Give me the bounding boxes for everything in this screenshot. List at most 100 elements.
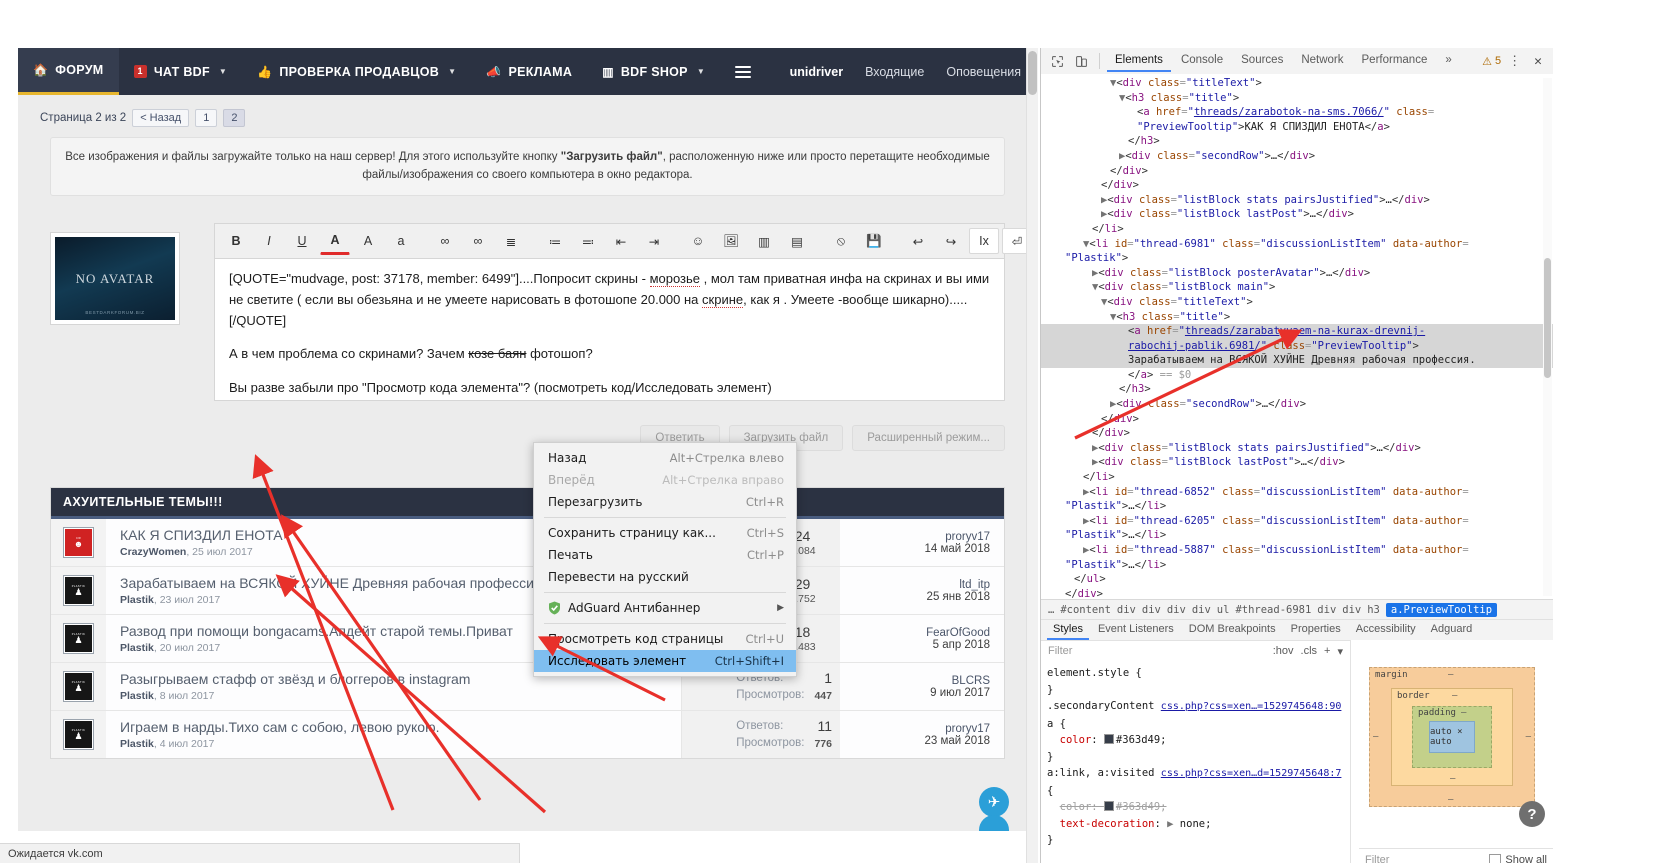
css-rule-line[interactable]: .secondaryContent css.php?css=xen…=15297… xyxy=(1047,698,1350,716)
style-tab-event-listeners[interactable]: Event Listeners xyxy=(1092,620,1180,640)
tab-network[interactable]: Network xyxy=(1293,50,1351,72)
poster-avatar[interactable]: CW ☻ xyxy=(51,519,106,566)
dom-tree-line[interactable]: ▼<li id="thread-6981" class="discussionL… xyxy=(1041,237,1553,252)
context-menu-item[interactable]: Просмотреть код страницы Ctrl+U xyxy=(534,628,796,650)
dom-tree-line[interactable]: ▼<div class="titleText"> xyxy=(1041,76,1553,91)
dom-tree-line[interactable]: ▶<li id="thread-6852" class="discussionL… xyxy=(1041,485,1553,500)
last-post-user[interactable]: proryv17 xyxy=(945,723,990,735)
dom-tree-line[interactable]: "PreviewTooltip">КАК Я СПИЗДИЛ ЕНОТА</a> xyxy=(1041,120,1553,135)
advanced-mode-button[interactable]: Расширенный режим... xyxy=(852,425,1005,451)
media-button[interactable]: ▥ xyxy=(749,228,779,254)
dom-tree-line[interactable]: "Plastik">…</li> xyxy=(1041,528,1553,543)
dom-tree-line[interactable]: <a href="threads/zarabotok-na-sms.7066/"… xyxy=(1041,105,1553,120)
dom-scroll-thumb[interactable] xyxy=(1544,258,1551,378)
font-family-button[interactable]: a xyxy=(386,228,416,254)
bold-button[interactable]: B xyxy=(221,228,251,254)
style-tab-adguard[interactable]: Adguard xyxy=(1425,620,1479,640)
table-row[interactable]: PLASTIK ♟ Зарабатываем на ВСЯКОЙ ХУЙНЕ Дре… xyxy=(51,567,1004,615)
dom-tree-line[interactable]: ▶<li id="thread-6205" class="discussionL… xyxy=(1041,514,1553,529)
warning-count[interactable]: ⚠ 5 xyxy=(1482,55,1501,68)
table-row[interactable]: PLASTIK ♟ Играем в нарды.Тихо сам с собою,… xyxy=(51,711,1004,758)
context-menu-item[interactable]: Перевести на русский xyxy=(534,566,796,588)
dom-tree-line[interactable]: ▶<div class="listBlock lastPost">…</div> xyxy=(1041,207,1553,222)
css-rule-line[interactable]: color: #363d49; xyxy=(1047,799,1350,816)
style-tab-dom-breakpoints[interactable]: DOM Breakpoints xyxy=(1183,620,1282,640)
italic-button[interactable]: I xyxy=(254,228,284,254)
pagination-back-button[interactable]: < Назад xyxy=(132,109,190,127)
nav-hamburger-button[interactable] xyxy=(720,48,766,95)
outdent-button[interactable]: ⇤ xyxy=(606,228,636,254)
thread-author[interactable]: CrazyWomen xyxy=(120,546,186,558)
clear-format-button[interactable]: Ix xyxy=(969,228,999,254)
nav-item-2[interactable]: 👍 ПРОВЕРКА ПРОДАВЦОВ ▼ xyxy=(242,48,471,95)
dom-tree-line[interactable]: "Plastik"> xyxy=(1041,251,1553,266)
device-toolbar-icon[interactable] xyxy=(1070,51,1092,71)
help-icon[interactable]: ? xyxy=(1519,801,1545,827)
css-rule-line[interactable]: a:link, a:visited css.php?css=xen…d=1529… xyxy=(1047,765,1350,783)
link-button[interactable]: ∞ xyxy=(430,228,460,254)
redo-button[interactable]: ↪ xyxy=(936,228,966,254)
context-menu-item[interactable]: AdGuard Антибаннер ▶ xyxy=(534,597,796,619)
more-tabs-icon[interactable]: » xyxy=(1437,50,1459,72)
style-tab-accessibility[interactable]: Accessibility xyxy=(1350,620,1422,640)
nav-username[interactable]: unidriver xyxy=(790,65,844,79)
dom-tree-line[interactable]: </div> xyxy=(1041,426,1553,441)
inspect-element-icon[interactable] xyxy=(1046,51,1068,71)
context-menu-item[interactable]: Перезагрузить Ctrl+R xyxy=(534,491,796,513)
page-scroll-thumb[interactable] xyxy=(1028,51,1037,95)
dom-tree-scrollbar[interactable] xyxy=(1543,78,1552,596)
underline-button[interactable]: U xyxy=(287,228,317,254)
breadcrumb-item[interactable]: div xyxy=(1117,604,1136,616)
smilie-button[interactable]: ☺ xyxy=(683,228,713,254)
thread-author[interactable]: Plastik xyxy=(120,738,154,750)
breadcrumb-item[interactable]: a.PreviewTooltip xyxy=(1385,602,1498,617)
last-post-user[interactable]: proryv17 xyxy=(945,531,990,543)
dom-tree-line[interactable]: </li> xyxy=(1041,470,1553,485)
css-rule-line[interactable]: element.style { xyxy=(1047,665,1350,682)
poster-avatar[interactable]: PLASTIK ♟ xyxy=(51,663,106,710)
poster-avatar[interactable]: PLASTIK ♟ xyxy=(51,711,106,758)
dom-tree-line[interactable]: </h3> xyxy=(1041,382,1553,397)
table-row[interactable]: PLASTIK ♟ Разыгрываем стафф от звёзд и бло… xyxy=(51,663,1004,711)
style-tab-properties[interactable]: Properties xyxy=(1285,620,1347,640)
unlink-button[interactable]: ∞ xyxy=(463,228,493,254)
breadcrumb-item[interactable]: div xyxy=(1192,604,1211,616)
breadcrumb-item[interactable]: div xyxy=(1342,604,1361,616)
cls-toggle[interactable]: .cls xyxy=(1301,645,1318,657)
breadcrumb-item[interactable]: div xyxy=(1142,604,1161,616)
hov-toggle[interactable]: :hov xyxy=(1273,645,1294,657)
dom-tree-line[interactable]: ▶<div class="secondRow">…</div> xyxy=(1041,397,1553,412)
thread-author[interactable]: Plastik xyxy=(120,690,154,702)
dom-tree-line[interactable]: ▼<div class="titleText"> xyxy=(1041,295,1553,310)
browser-context-menu[interactable]: Назад Alt+Стрелка влево Вперёд Alt+Стрелка … xyxy=(533,442,797,677)
poster-avatar[interactable]: PLASTIK ♟ xyxy=(51,567,106,614)
dom-tree-line[interactable]: ▶<li id="thread-5887" class="discussionL… xyxy=(1041,543,1553,558)
telegram-fab[interactable]: ✈ xyxy=(979,787,1009,817)
nav-item-4[interactable]: ▥ BDF SHOP ▼ xyxy=(587,48,720,95)
dom-tree-line[interactable]: </h3> xyxy=(1041,134,1553,149)
page-scrollbar[interactable]: ▲ xyxy=(1026,48,1038,863)
computed-filter-input[interactable]: Filter xyxy=(1365,854,1389,863)
close-icon[interactable]: ✕ xyxy=(1528,54,1548,69)
indent-button[interactable]: ⇥ xyxy=(639,228,669,254)
dom-tree-line[interactable]: rabochij-pablik.6981/" class="PreviewToo… xyxy=(1041,338,1553,354)
dom-tree-line[interactable]: ▶<div class="listBlock lastPost">…</div> xyxy=(1041,455,1553,470)
bullet-list-button[interactable]: ≔ xyxy=(540,228,570,254)
dom-tree-line[interactable]: ▼<div class="listBlock main"> xyxy=(1041,280,1553,295)
table-row[interactable]: CW ☻ КАК Я СПИЗДИЛ ЕНОТА CrazyWomen, 25 июл… xyxy=(51,519,1004,567)
context-menu-item[interactable]: Печать Ctrl+P xyxy=(534,544,796,566)
image-button[interactable]: 🖼 xyxy=(716,228,746,254)
poster-avatar[interactable]: PLASTIK ♟ xyxy=(51,615,106,662)
nav-alerts-link[interactable]: Оповещения xyxy=(946,65,1021,79)
dom-tree-line[interactable]: "Plastik">…</li> xyxy=(1041,558,1553,573)
css-rule-line[interactable]: } xyxy=(1047,682,1350,699)
breadcrumb-item[interactable]: div xyxy=(1167,604,1186,616)
dom-tree-line[interactable]: ▼<h3 class="title"> xyxy=(1041,310,1553,325)
breadcrumb-item[interactable]: #thread-6981 xyxy=(1235,604,1311,616)
dom-tree-line[interactable]: "Plastik">…</li> xyxy=(1041,499,1553,514)
breadcrumb[interactable]: … #content div div div div ul #thread-6981 div di… xyxy=(1041,599,1553,619)
thread-title-link[interactable]: Играем в нарды.Тихо сам с собою, левою р… xyxy=(120,719,681,736)
dom-tree-line[interactable]: ▶<div class="listBlock stats pairsJustif… xyxy=(1041,193,1553,208)
styles-filter-input[interactable]: Filter xyxy=(1048,645,1072,657)
dom-tree-line[interactable]: </div> xyxy=(1041,178,1553,193)
